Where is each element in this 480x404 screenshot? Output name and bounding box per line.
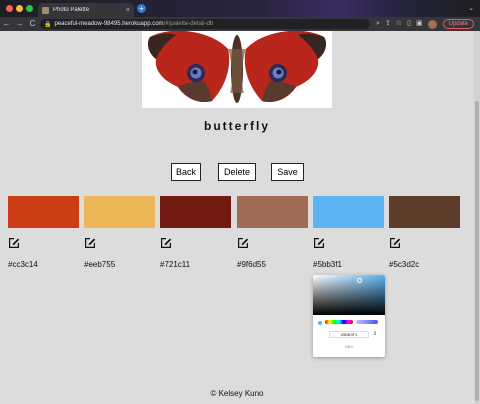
edit-icon[interactable] <box>8 237 20 249</box>
edit-icon[interactable] <box>313 237 325 249</box>
forward-nav-button[interactable]: → <box>13 17 26 31</box>
butterfly-photo <box>142 31 332 108</box>
hex-input[interactable]: #5BB3F1 <box>329 331 369 338</box>
back-button[interactable]: Back <box>171 163 201 181</box>
color-swatch-4[interactable] <box>237 196 308 228</box>
search-icon[interactable]: ⌕ <box>376 19 380 29</box>
hex-label: #eeb755 <box>84 260 116 269</box>
new-tab-button[interactable]: + <box>137 4 146 13</box>
share-icon[interactable]: ⇪ <box>385 19 391 29</box>
save-button[interactable]: Save <box>271 163 304 181</box>
scrollbar-thumb[interactable] <box>475 101 479 401</box>
saturation-area[interactable] <box>313 275 385 315</box>
color-swatch-3[interactable] <box>160 196 231 228</box>
picker-preview-swatch <box>318 321 322 325</box>
edit-icon[interactable] <box>160 237 172 249</box>
edit-icon[interactable] <box>84 237 96 249</box>
edit-icon[interactable] <box>389 237 401 249</box>
hex-label: #5c3d2c <box>389 260 420 269</box>
hue-slider[interactable] <box>325 320 353 324</box>
extensions-icon[interactable]: ▣ <box>416 19 423 29</box>
close-tab-icon[interactable]: × <box>126 7 130 14</box>
reload-button[interactable]: C <box>26 17 39 31</box>
hex-label: #cc3c14 <box>8 260 38 269</box>
tab-title: Photo Palette <box>53 7 90 13</box>
sidebar-icon[interactable]: ▯ <box>407 19 411 29</box>
toolbar-icons: ⌕ ⇪ ☆ ▯ ▣ <box>376 19 437 29</box>
hex-label: #721c11 <box>160 260 191 269</box>
scrollbar[interactable] <box>474 31 480 404</box>
profile-avatar[interactable] <box>427 19 437 29</box>
color-swatch-1[interactable] <box>8 196 79 228</box>
browser-toolbar: ← → C 🔒 peaceful-meadow-98495.herokuapp.… <box>0 17 480 31</box>
photo-title: butterfly <box>204 119 270 133</box>
bookmark-star-icon[interactable]: ☆ <box>396 19 402 29</box>
hex-label: #9f6d55 <box>237 260 266 269</box>
color-picker-popover: #5BB3F1 ⇕ HEX <box>313 275 385 357</box>
maximize-window-button[interactable] <box>26 5 33 12</box>
color-swatch-2[interactable] <box>84 196 155 228</box>
close-window-button[interactable] <box>6 5 13 12</box>
mode-toggle-icon[interactable]: ⇕ <box>373 331 377 337</box>
footer-credit: © Kelsey Kuno <box>210 389 264 398</box>
lock-icon: 🔒 <box>44 21 52 28</box>
delete-button[interactable]: Delete <box>218 163 256 181</box>
edit-icon[interactable] <box>237 237 249 249</box>
url-path: /#/palette-detail-db <box>163 21 214 27</box>
browser-tab[interactable]: Photo Palette × <box>38 3 134 17</box>
hex-label: #5bb3f1 <box>313 260 342 269</box>
back-nav-button[interactable]: ← <box>0 17 13 31</box>
favicon-icon <box>42 6 49 14</box>
alpha-slider[interactable] <box>356 320 378 324</box>
minimize-window-button[interactable] <box>16 5 23 12</box>
mode-label: HEX <box>344 344 354 349</box>
color-swatch-6[interactable] <box>389 196 460 228</box>
url-host: peaceful-meadow-98495.herokuapp.com <box>54 21 164 27</box>
chevron-down-icon[interactable]: ⌄ <box>468 4 474 12</box>
saturation-handle[interactable] <box>357 278 362 283</box>
address-bar[interactable]: 🔒 peaceful-meadow-98495.herokuapp.com /#… <box>40 19 370 29</box>
color-swatch-5[interactable] <box>313 196 384 228</box>
window-titlebar: Photo Palette × + ⌄ <box>0 0 480 17</box>
update-button[interactable]: Update <box>442 19 474 29</box>
